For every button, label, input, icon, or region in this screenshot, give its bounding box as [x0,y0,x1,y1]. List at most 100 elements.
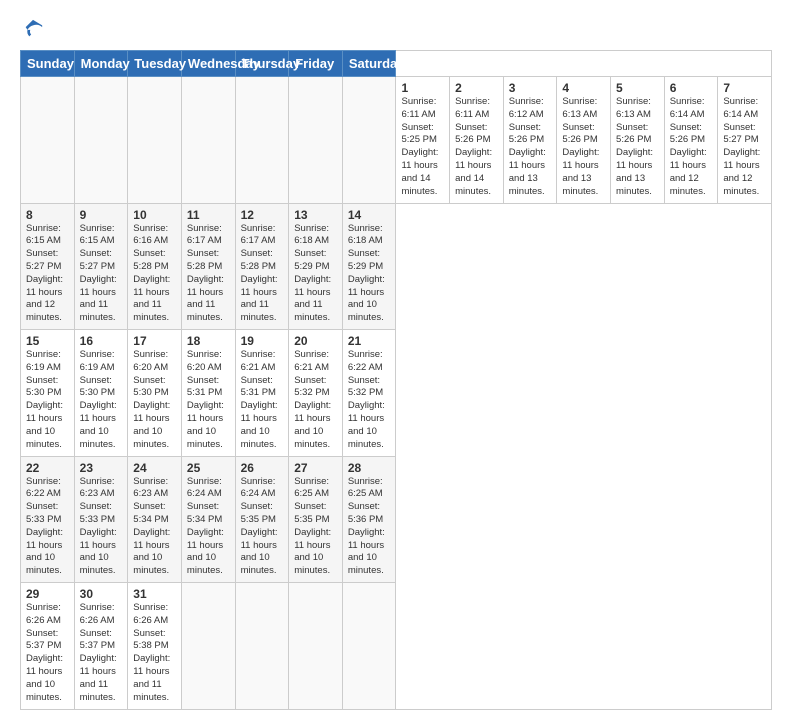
day-info: Sunrise: 6:24 AMSunset: 5:34 PMDaylight:… [187,476,230,579]
day-number: 6 [670,81,713,95]
calendar-cell: 28Sunrise: 6:25 AMSunset: 5:36 PMDayligh… [342,456,396,583]
day-info: Sunrise: 6:21 AMSunset: 5:32 PMDaylight:… [294,349,337,452]
calendar-cell: 17Sunrise: 6:20 AMSunset: 5:30 PMDayligh… [128,330,182,457]
day-info: Sunrise: 6:24 AMSunset: 5:35 PMDaylight:… [241,476,284,579]
header [20,18,772,40]
calendar-cell: 10Sunrise: 6:16 AMSunset: 5:28 PMDayligh… [128,203,182,330]
day-info: Sunrise: 6:26 AMSunset: 5:37 PMDaylight:… [80,602,123,705]
calendar-cell: 31Sunrise: 6:26 AMSunset: 5:38 PMDayligh… [128,583,182,710]
calendar-cell: 25Sunrise: 6:24 AMSunset: 5:34 PMDayligh… [181,456,235,583]
day-info: Sunrise: 6:15 AMSunset: 5:27 PMDaylight:… [26,223,69,326]
day-number: 19 [241,334,284,348]
day-info: Sunrise: 6:20 AMSunset: 5:31 PMDaylight:… [187,349,230,452]
day-number: 10 [133,208,176,222]
calendar-cell: 19Sunrise: 6:21 AMSunset: 5:31 PMDayligh… [235,330,289,457]
calendar-cell: 4Sunrise: 6:13 AMSunset: 5:26 PMDaylight… [557,77,611,204]
calendar-week-3: 15Sunrise: 6:19 AMSunset: 5:30 PMDayligh… [21,330,772,457]
day-number: 23 [80,461,123,475]
calendar-week-1: 1Sunrise: 6:11 AMSunset: 5:25 PMDaylight… [21,77,772,204]
calendar-cell [342,77,396,204]
day-number: 24 [133,461,176,475]
day-info: Sunrise: 6:17 AMSunset: 5:28 PMDaylight:… [241,223,284,326]
calendar-cell: 1Sunrise: 6:11 AMSunset: 5:25 PMDaylight… [396,77,450,204]
calendar-cell [181,77,235,204]
calendar-cell [342,583,396,710]
day-number: 17 [133,334,176,348]
day-info: Sunrise: 6:13 AMSunset: 5:26 PMDaylight:… [562,96,605,199]
day-number: 16 [80,334,123,348]
calendar-week-5: 29Sunrise: 6:26 AMSunset: 5:37 PMDayligh… [21,583,772,710]
day-info: Sunrise: 6:11 AMSunset: 5:25 PMDaylight:… [401,96,444,199]
day-info: Sunrise: 6:13 AMSunset: 5:26 PMDaylight:… [616,96,659,199]
calendar-cell: 11Sunrise: 6:17 AMSunset: 5:28 PMDayligh… [181,203,235,330]
calendar-header-monday: Monday [74,51,128,77]
day-number: 31 [133,587,176,601]
calendar-cell [289,77,343,204]
day-info: Sunrise: 6:19 AMSunset: 5:30 PMDaylight:… [80,349,123,452]
day-info: Sunrise: 6:22 AMSunset: 5:32 PMDaylight:… [348,349,391,452]
calendar-cell: 22Sunrise: 6:22 AMSunset: 5:33 PMDayligh… [21,456,75,583]
calendar-table: SundayMondayTuesdayWednesdayThursdayFrid… [20,50,772,710]
day-number: 7 [723,81,766,95]
calendar-cell [181,583,235,710]
calendar-header-sunday: Sunday [21,51,75,77]
calendar-cell: 3Sunrise: 6:12 AMSunset: 5:26 PMDaylight… [503,77,557,204]
day-info: Sunrise: 6:26 AMSunset: 5:37 PMDaylight:… [26,602,69,705]
day-number: 18 [187,334,230,348]
day-info: Sunrise: 6:12 AMSunset: 5:26 PMDaylight:… [509,96,552,199]
calendar-cell: 12Sunrise: 6:17 AMSunset: 5:28 PMDayligh… [235,203,289,330]
day-info: Sunrise: 6:17 AMSunset: 5:28 PMDaylight:… [187,223,230,326]
calendar-cell: 23Sunrise: 6:23 AMSunset: 5:33 PMDayligh… [74,456,128,583]
logo [20,18,44,40]
day-number: 4 [562,81,605,95]
day-number: 3 [509,81,552,95]
calendar-header-tuesday: Tuesday [128,51,182,77]
calendar-cell: 26Sunrise: 6:24 AMSunset: 5:35 PMDayligh… [235,456,289,583]
day-info: Sunrise: 6:26 AMSunset: 5:38 PMDaylight:… [133,602,176,705]
calendar-cell: 24Sunrise: 6:23 AMSunset: 5:34 PMDayligh… [128,456,182,583]
day-number: 29 [26,587,69,601]
calendar-week-4: 22Sunrise: 6:22 AMSunset: 5:33 PMDayligh… [21,456,772,583]
day-number: 8 [26,208,69,222]
day-number: 21 [348,334,391,348]
calendar-cell: 21Sunrise: 6:22 AMSunset: 5:32 PMDayligh… [342,330,396,457]
day-number: 11 [187,208,230,222]
calendar-cell: 27Sunrise: 6:25 AMSunset: 5:35 PMDayligh… [289,456,343,583]
calendar-cell: 13Sunrise: 6:18 AMSunset: 5:29 PMDayligh… [289,203,343,330]
calendar-cell: 16Sunrise: 6:19 AMSunset: 5:30 PMDayligh… [74,330,128,457]
day-number: 9 [80,208,123,222]
day-info: Sunrise: 6:14 AMSunset: 5:27 PMDaylight:… [723,96,766,199]
day-number: 27 [294,461,337,475]
day-info: Sunrise: 6:14 AMSunset: 5:26 PMDaylight:… [670,96,713,199]
day-number: 13 [294,208,337,222]
day-info: Sunrise: 6:23 AMSunset: 5:33 PMDaylight:… [80,476,123,579]
day-info: Sunrise: 6:23 AMSunset: 5:34 PMDaylight:… [133,476,176,579]
day-info: Sunrise: 6:11 AMSunset: 5:26 PMDaylight:… [455,96,498,199]
calendar-cell [235,77,289,204]
day-number: 20 [294,334,337,348]
logo-icon [22,18,44,40]
day-info: Sunrise: 6:25 AMSunset: 5:36 PMDaylight:… [348,476,391,579]
day-number: 12 [241,208,284,222]
calendar-cell: 18Sunrise: 6:20 AMSunset: 5:31 PMDayligh… [181,330,235,457]
day-number: 22 [26,461,69,475]
day-number: 5 [616,81,659,95]
calendar-cell [74,77,128,204]
day-info: Sunrise: 6:22 AMSunset: 5:33 PMDaylight:… [26,476,69,579]
calendar-cell: 29Sunrise: 6:26 AMSunset: 5:37 PMDayligh… [21,583,75,710]
day-number: 1 [401,81,444,95]
calendar-cell: 14Sunrise: 6:18 AMSunset: 5:29 PMDayligh… [342,203,396,330]
day-info: Sunrise: 6:15 AMSunset: 5:27 PMDaylight:… [80,223,123,326]
day-info: Sunrise: 6:18 AMSunset: 5:29 PMDaylight:… [294,223,337,326]
day-number: 26 [241,461,284,475]
day-info: Sunrise: 6:20 AMSunset: 5:30 PMDaylight:… [133,349,176,452]
calendar-cell: 7Sunrise: 6:14 AMSunset: 5:27 PMDaylight… [718,77,772,204]
calendar-cell: 15Sunrise: 6:19 AMSunset: 5:30 PMDayligh… [21,330,75,457]
calendar-header-wednesday: Wednesday [181,51,235,77]
calendar-cell: 2Sunrise: 6:11 AMSunset: 5:26 PMDaylight… [450,77,504,204]
calendar-cell [21,77,75,204]
calendar-cell: 6Sunrise: 6:14 AMSunset: 5:26 PMDaylight… [664,77,718,204]
calendar-cell: 9Sunrise: 6:15 AMSunset: 5:27 PMDaylight… [74,203,128,330]
day-info: Sunrise: 6:25 AMSunset: 5:35 PMDaylight:… [294,476,337,579]
day-number: 25 [187,461,230,475]
